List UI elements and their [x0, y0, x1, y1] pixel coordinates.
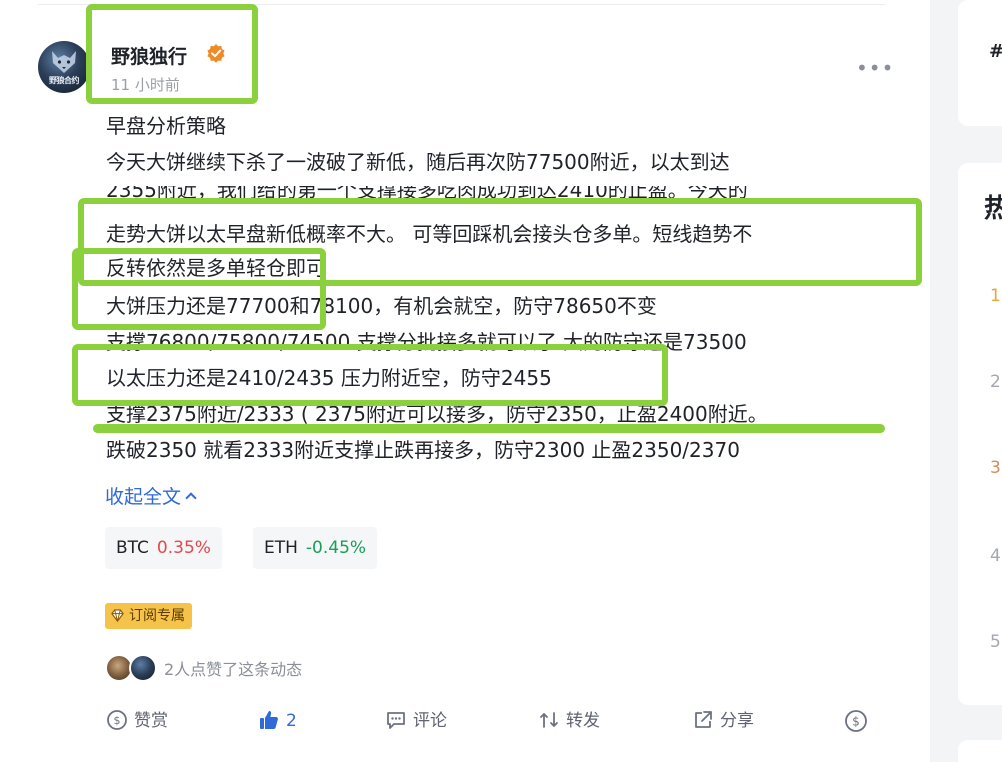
tip-action-button[interactable]: $ 赞赏	[106, 707, 168, 735]
post-line: 今天大饼继续下杀了一波破了新低，随后再次防77500附近，以太到达	[106, 150, 730, 174]
collapse-label: 收起全文	[105, 486, 182, 508]
ticker-chip-eth[interactable]: ETH -0.45%	[253, 527, 378, 569]
post-card: 野狼合约 野狼独行 11 小时前 ••• 早盘分析策略 今天大饼继续下杀了一波破…	[0, 0, 930, 762]
ticker-change: -0.45%	[305, 538, 367, 558]
ticker-symbol: ETH	[264, 538, 298, 558]
more-options-button[interactable]: •••	[856, 58, 894, 78]
svg-text:$: $	[114, 714, 121, 727]
verified-badge-icon	[207, 44, 225, 63]
sidebar-card-hot	[958, 163, 1002, 705]
ticker-symbol: BTC	[116, 538, 149, 558]
repost-icon	[540, 712, 558, 728]
sidebar-card-next	[958, 740, 1002, 762]
comment-button[interactable]: 评论	[385, 707, 447, 735]
liker-avatar[interactable]	[129, 654, 157, 682]
author-avatar[interactable]: 野狼合约	[38, 41, 90, 93]
post-line: 早盘分析策略	[106, 114, 226, 138]
share-icon	[695, 711, 712, 728]
like-button[interactable]: 2	[258, 707, 297, 735]
post-line: 反转依然是多单轻仓即可	[106, 256, 326, 280]
top-divider	[38, 4, 886, 5]
avatar-caption: 野狼合约	[49, 76, 80, 85]
collapse-text-link[interactable]: 收起全文	[105, 482, 197, 509]
post-line: 大饼压力还是77700和78100，有机会就空，防守78650不变	[106, 294, 657, 318]
author-name[interactable]: 野狼独行	[111, 42, 187, 69]
sidebar-card-tags	[958, 0, 1002, 126]
repost-label: 转发	[566, 711, 600, 731]
post-line: 跌破2350 就看2333附近支撑止跌再接多，防守2300 止盈2350/237…	[106, 438, 740, 462]
dollar-coin-icon[interactable]: $	[844, 709, 868, 733]
hot-rank-number[interactable]: 4	[990, 546, 1001, 566]
hot-rank-number[interactable]: 1	[990, 286, 1001, 306]
diamond-icon	[111, 609, 124, 623]
subscription-label: 订阅专属	[129, 608, 185, 624]
ticker-change: 0.35%	[156, 538, 211, 558]
tip-label: 赞赏	[134, 711, 168, 731]
repost-button[interactable]: 转发	[538, 707, 600, 735]
hot-list-title: 热	[984, 194, 1002, 224]
post-line: 支撑76800/75800/74500 支撑分批接多就可以了 大的防守还是735…	[106, 330, 747, 354]
coin-icon: $	[107, 710, 127, 730]
post-time: 11 小时前	[111, 76, 180, 94]
comment-label: 评论	[413, 711, 447, 731]
highlight-underline	[93, 424, 885, 433]
post-line: 走势大饼以太早盘新低概率不大。 可等回踩机会接头仓多单。短线趋势不	[106, 222, 753, 246]
post-line: 2355附近，我们给的第一个支撑接多吃肉成功到达2410的止盈。今天的	[106, 186, 748, 200]
comment-icon	[387, 712, 405, 729]
post-line-clipped: 2355附近，我们给的第一个支撑接多吃肉成功到达2410的止盈。今天的	[0, 186, 930, 200]
post-line: 以太压力还是2410/2435 压力附近空，防守2455	[106, 366, 552, 390]
ticker-chip-btc[interactable]: BTC 0.35%	[105, 527, 222, 569]
likes-summary[interactable]: 2人点赞了这条动态	[164, 656, 302, 680]
hot-rank-number[interactable]: 5	[990, 632, 1001, 652]
like-count: 2	[286, 711, 297, 731]
hot-rank-number[interactable]: 3	[990, 458, 1001, 478]
svg-text:$: $	[852, 715, 860, 729]
chevron-up-icon	[185, 492, 197, 504]
subscription-badge: 订阅专属	[105, 603, 192, 629]
hot-rank-number[interactable]: 2	[990, 372, 1001, 392]
share-button[interactable]: 分享	[692, 707, 754, 735]
wolf-icon	[52, 51, 76, 73]
share-label: 分享	[720, 711, 754, 731]
hashtag-glyph: #	[989, 41, 1002, 62]
thumbs-up-icon	[260, 711, 278, 729]
